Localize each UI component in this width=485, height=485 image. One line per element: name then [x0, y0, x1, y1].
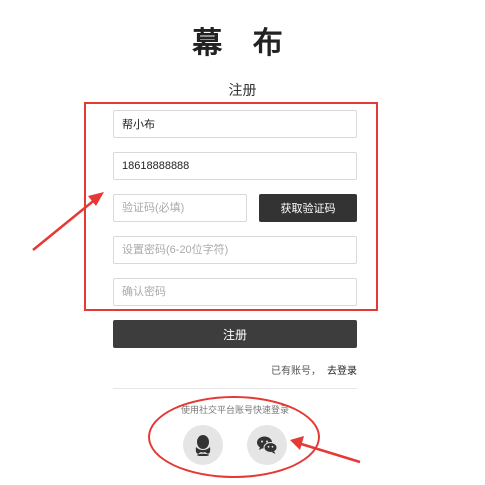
login-prompt-text: 已有账号，: [271, 366, 321, 377]
phone-input[interactable]: [113, 152, 357, 180]
login-link[interactable]: 去登录: [327, 366, 357, 377]
password-input[interactable]: [113, 236, 357, 264]
register-page: 幕 布 注册 获取验证码 注册 已有账号，去登录 使用社交平台账号快速登录: [0, 0, 485, 485]
logo: 幕 布: [192, 26, 293, 61]
qq-login-button[interactable]: [183, 425, 223, 465]
get-code-button[interactable]: 获取验证码: [259, 194, 357, 222]
nickname-input[interactable]: [113, 110, 357, 138]
login-prompt-row: 已有账号， 去登录: [271, 362, 357, 377]
verification-code-input[interactable]: [113, 194, 247, 222]
qq-penguin-icon: [195, 435, 211, 456]
divider: [113, 388, 357, 389]
register-button[interactable]: 注册: [113, 320, 357, 348]
wechat-icon: [257, 436, 278, 454]
page-title: 注册: [228, 82, 257, 98]
wechat-login-button[interactable]: [247, 425, 287, 465]
annotation-highlight-ellipse: [148, 396, 320, 478]
confirm-password-input[interactable]: [113, 278, 357, 306]
